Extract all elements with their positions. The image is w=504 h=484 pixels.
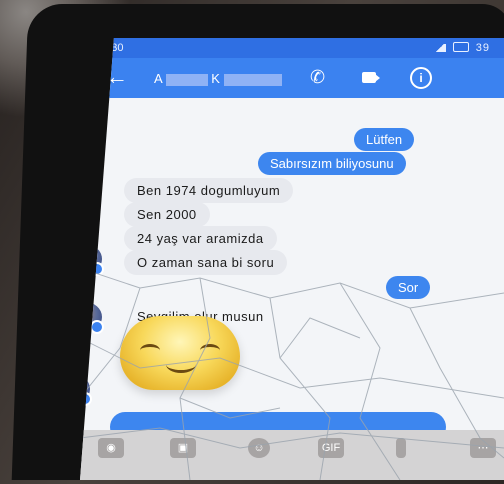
phone-icon[interactable]: ✆ bbox=[310, 67, 325, 88]
chat-header: ← A K ✆ i bbox=[80, 58, 504, 98]
message-recv-2[interactable]: Sen 2000 bbox=[124, 202, 210, 227]
more-icon[interactable]: ⋯ bbox=[470, 438, 496, 458]
composer-bar: Aa ◉ ▣ ☺ GIF ⋯ bbox=[80, 430, 504, 480]
contact-initial-first: A bbox=[154, 71, 162, 86]
contact-initial-last: K bbox=[211, 71, 220, 86]
gallery-icon[interactable]: ▣ bbox=[170, 438, 196, 458]
message-recv-4[interactable]: O zaman sana bi soru bbox=[124, 250, 288, 275]
emoji-icon[interactable]: ☺ bbox=[248, 438, 270, 458]
message-sent-3[interactable]: Sor bbox=[386, 276, 431, 299]
battery-icon bbox=[452, 42, 469, 52]
message-recv-3[interactable]: 24 yaş var aramizda bbox=[124, 226, 277, 251]
messenger-screen: 18:30 39 ← A K ✆ i Lütfen Sabırsızım bil… bbox=[80, 38, 504, 480]
emoji-eye-left bbox=[140, 344, 160, 357]
emoji-mouth bbox=[166, 356, 196, 373]
mic-icon[interactable] bbox=[396, 438, 406, 458]
name-redaction bbox=[165, 73, 208, 86]
message-recv-1[interactable]: Ben 1974 dogumluyum bbox=[124, 178, 294, 203]
video-icon[interactable] bbox=[362, 72, 380, 83]
emoji-eye-right bbox=[200, 344, 220, 357]
status-bar: 18:30 39 bbox=[80, 38, 504, 58]
signal-icon bbox=[433, 44, 446, 52]
message-sent-2[interactable]: Sabırsızım biliyosunu bbox=[258, 152, 406, 175]
message-sent-1[interactable]: Lütfen bbox=[354, 128, 415, 151]
surname-redaction bbox=[223, 73, 282, 86]
battery-level: 39 bbox=[475, 42, 490, 54]
emoji-sticker[interactable] bbox=[120, 316, 240, 390]
gif-icon[interactable]: GIF bbox=[318, 438, 344, 458]
info-icon[interactable]: i bbox=[410, 67, 432, 89]
status-indicators: 39 bbox=[433, 42, 490, 54]
camera-icon[interactable]: ◉ bbox=[98, 438, 124, 458]
contact-name[interactable]: A K bbox=[154, 71, 282, 86]
